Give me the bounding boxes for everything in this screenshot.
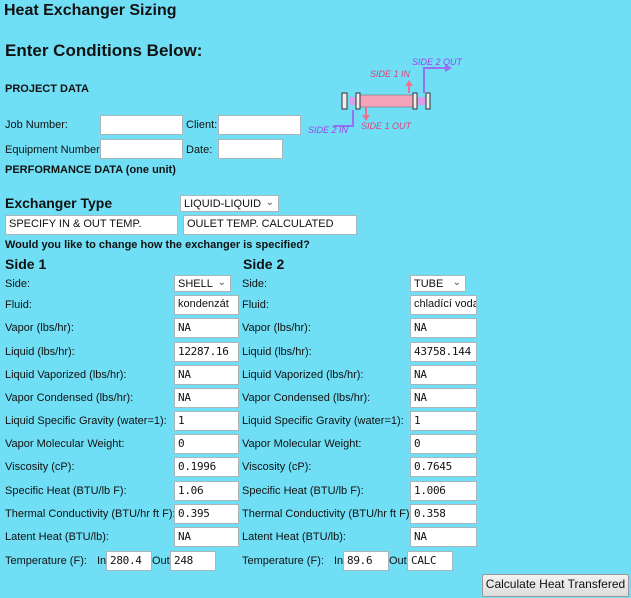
exchanger-type-select[interactable]: LIQUID-LIQUID ⌄ (180, 195, 279, 212)
side2-row-input[interactable]: NA (410, 527, 477, 547)
side2-temp-out-input[interactable]: CALC (407, 551, 453, 571)
side2-row-input[interactable]: NA (410, 318, 477, 338)
side2-row-label: Liquid Vaporized (lbs/hr): (242, 369, 364, 381)
side2-row-label: Latent Heat (BTU/lb): (242, 531, 346, 543)
date-input[interactable] (218, 139, 283, 159)
side1-row-label: Liquid (lbs/hr): (5, 346, 75, 358)
side2-row-input[interactable]: NA (410, 388, 477, 408)
side1-row-input[interactable]: NA (174, 527, 239, 547)
equipment-number-label: Equipment Number: (5, 144, 103, 156)
side2-side-label: Side: (242, 278, 268, 290)
client-label: Client: (186, 119, 218, 131)
side1-in-label: In (97, 555, 107, 567)
side2-row-label: Liquid Specific Gravity (water=1): (242, 415, 404, 427)
equipment-number-input[interactable] (100, 139, 183, 159)
side1-row-label: Vapor (lbs/hr): (5, 322, 74, 334)
side2-row-input[interactable]: 43758.144 (410, 342, 477, 362)
side2-row-label: Viscosity (cP): (242, 461, 312, 473)
side1-out-label: Out (152, 555, 170, 567)
spec-mode-field[interactable]: SPECIFY IN & OUT TEMP. (5, 215, 178, 235)
side1-row-label: Liquid Vaporized (lbs/hr): (5, 369, 127, 381)
performance-data-heading: PERFORMANCE DATA (one unit) (5, 164, 176, 176)
client-input[interactable] (218, 115, 301, 135)
side2-row-input[interactable]: 0.358 (410, 504, 477, 524)
side1-row-input[interactable]: kondenzát (174, 295, 239, 315)
side1-row-input[interactable]: 0.395 (174, 504, 239, 524)
side2-row-input[interactable]: chladící voda (410, 295, 477, 315)
side1-row-label: Fluid: (5, 299, 32, 311)
side1-row-input[interactable]: 1.06 (174, 481, 239, 501)
side2-row-label: Vapor (lbs/hr): (242, 322, 311, 334)
side1-row-input[interactable]: 0 (174, 434, 239, 454)
side2-row-label: Thermal Conductivity (BTU/hr ft F): (242, 508, 413, 520)
side2-out-label: SIDE 2 OUT (412, 57, 464, 67)
side1-side-label: Side: (5, 278, 31, 290)
side1-out-label: SIDE 1 OUT (361, 121, 413, 131)
date-label: Date: (186, 144, 213, 156)
side1-row-label: Vapor Molecular Weight: (5, 438, 125, 450)
side2-out-label: Out (389, 555, 407, 567)
side2-row-label: Vapor Molecular Weight: (242, 438, 362, 450)
side1-heading: Side 1 (5, 256, 47, 272)
side2-row-input[interactable]: NA (410, 365, 477, 385)
side2-in-label: SIDE 2 IN (308, 125, 349, 135)
side1-row-input[interactable]: NA (174, 365, 239, 385)
side2-side-select[interactable]: TUBE ⌄ (410, 275, 466, 292)
side2-row-input[interactable]: 1.006 (410, 481, 477, 501)
chevron-down-icon: ⌄ (217, 277, 226, 288)
side1-row-label: Latent Heat (BTU/lb): (5, 531, 109, 543)
side1-row-label: Liquid Specific Gravity (water=1): (5, 415, 167, 427)
exchanger-diagram: SIDE 2 OUT SIDE 1 IN SIDE 2 IN SIDE 1 OU… (308, 57, 464, 135)
chevron-down-icon: ⌄ (265, 197, 274, 208)
exchanger-type-label: Exchanger Type (5, 195, 113, 211)
side2-row-input[interactable]: 0.7645 (410, 457, 477, 477)
exchanger-type-value: LIQUID-LIQUID (184, 198, 262, 210)
side1-row-label: Thermal Conductivity (BTU/hr ft F): (5, 508, 176, 520)
side1-in-label: SIDE 1 IN (370, 69, 411, 79)
side1-temp-out-input[interactable]: 248 (170, 551, 216, 571)
side2-temp-in-input[interactable]: 89.6 (343, 551, 389, 571)
side1-row-label: Specific Heat (BTU/lb F): (5, 485, 127, 497)
side1-side-value: SHELL (178, 278, 213, 290)
side2-row-label: Fluid: (242, 299, 269, 311)
side2-heading: Side 2 (243, 256, 285, 272)
side1-row-input[interactable]: NA (174, 318, 239, 338)
side2-in-label: In (334, 555, 344, 567)
side2-row-label: Vapor Condensed (lbs/hr): (242, 392, 371, 404)
job-number-input[interactable] (100, 115, 183, 135)
side1-row-input[interactable]: 1 (174, 411, 239, 431)
spec-result-field[interactable]: OULET TEMP. CALCULATED (183, 215, 357, 235)
calculate-heat-button[interactable]: Calculate Heat Transfered (482, 574, 629, 597)
side1-row-label: Viscosity (cP): (5, 461, 75, 473)
side1-row-input[interactable]: 0.1996 (174, 457, 239, 477)
side2-temperature-label: Temperature (F): (242, 555, 324, 567)
page-heading: Enter Conditions Below: (5, 41, 203, 60)
side2-row-label: Liquid (lbs/hr): (242, 346, 312, 358)
side2-row-input[interactable]: 0 (410, 434, 477, 454)
specification-question: Would you like to change how the exchang… (5, 239, 310, 251)
chevron-down-icon: ⌄ (452, 277, 461, 288)
app-title: Heat Exchanger Sizing (4, 2, 177, 19)
side1-side-select[interactable]: SHELL ⌄ (174, 275, 231, 292)
side1-row-label: Vapor Condensed (lbs/hr): (5, 392, 134, 404)
side2-row-input[interactable]: 1 (410, 411, 477, 431)
job-number-label: Job Number: (5, 119, 68, 131)
project-data-heading: PROJECT DATA (5, 83, 89, 95)
side1-temp-in-input[interactable]: 280.4 (106, 551, 152, 571)
side2-side-value: TUBE (414, 278, 444, 290)
side1-row-input[interactable]: NA (174, 388, 239, 408)
side1-temperature-label: Temperature (F): (5, 555, 87, 567)
side2-row-label: Specific Heat (BTU/lb F): (242, 485, 364, 497)
side1-row-input[interactable]: 12287.16 (174, 342, 239, 362)
